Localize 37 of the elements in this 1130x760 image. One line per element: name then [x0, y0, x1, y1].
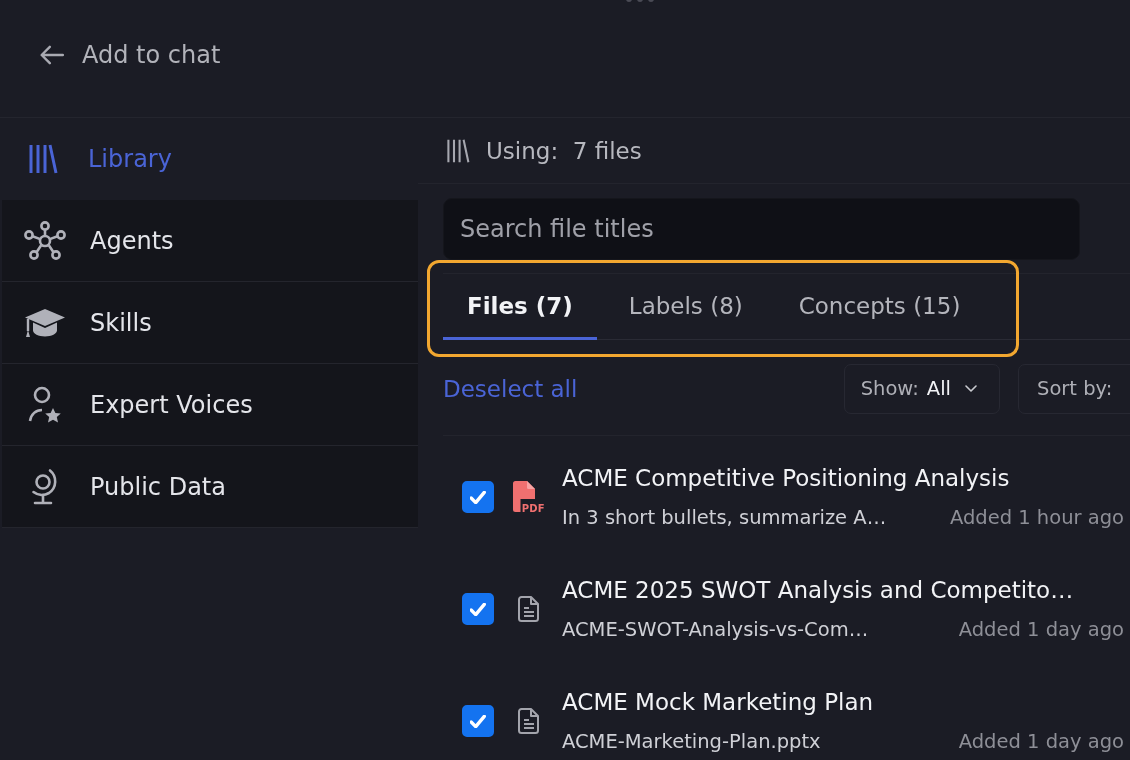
graduation-cap-icon: [24, 307, 66, 338]
checkbox[interactable]: [462, 481, 494, 513]
file-subtitle: ACME-Marketing-Plan.pptx: [562, 729, 821, 755]
chevron-down-icon: [965, 385, 977, 392]
checkmark-icon: [470, 490, 486, 504]
file-subtitle: ACME-SWOT-Analysis-vs-Com…: [562, 617, 869, 643]
library-icon: [446, 137, 470, 164]
filter-dropdown[interactable]: Sort by:: [1018, 363, 1130, 414]
file-title[interactable]: ACME Competitive Positioning Analysis: [562, 463, 1010, 493]
added-time: Added 1 day ago: [957, 729, 1124, 755]
file-subtitle: In 3 short bullets, summarize A…: [562, 505, 887, 531]
network-icon: [24, 220, 66, 261]
document-icon: [518, 596, 540, 622]
sidebar-item[interactable]: Agents: [2, 200, 418, 282]
tab[interactable]: Files (7): [443, 274, 597, 340]
person-star-icon: [28, 385, 62, 424]
checkbox[interactable]: [462, 705, 494, 737]
tab[interactable]: Concepts (15): [774, 274, 985, 340]
added-time: Added 1 hour ago: [948, 505, 1124, 531]
document-icon: [518, 708, 540, 734]
search-field[interactable]: Search file titles: [443, 198, 1080, 260]
checkmark-icon: [470, 602, 486, 616]
checkmark-icon: [470, 714, 486, 728]
sidebar-item[interactable]: Expert Voices: [2, 364, 418, 446]
back-button[interactable]: Add to chat: [40, 40, 221, 69]
arrow-left-icon: [40, 44, 64, 65]
added-time: Added 1 day ago: [957, 617, 1124, 643]
sidebar-item[interactable]: Public Data: [2, 446, 418, 528]
checkbox[interactable]: [462, 593, 494, 625]
filter-dropdown[interactable]: Show: All: [843, 363, 1000, 414]
tab[interactable]: Labels (8): [604, 274, 767, 340]
file-title[interactable]: ACME 2025 SWOT Analysis and Competito…: [562, 575, 1074, 605]
library-icon: [28, 142, 58, 175]
file-title[interactable]: ACME Mock Marketing Plan: [562, 687, 874, 717]
file-type-label: PDF: [521, 502, 545, 514]
usage-label: Using: 7 files: [486, 137, 642, 164]
sidebar-item[interactable]: Skills: [2, 282, 418, 364]
